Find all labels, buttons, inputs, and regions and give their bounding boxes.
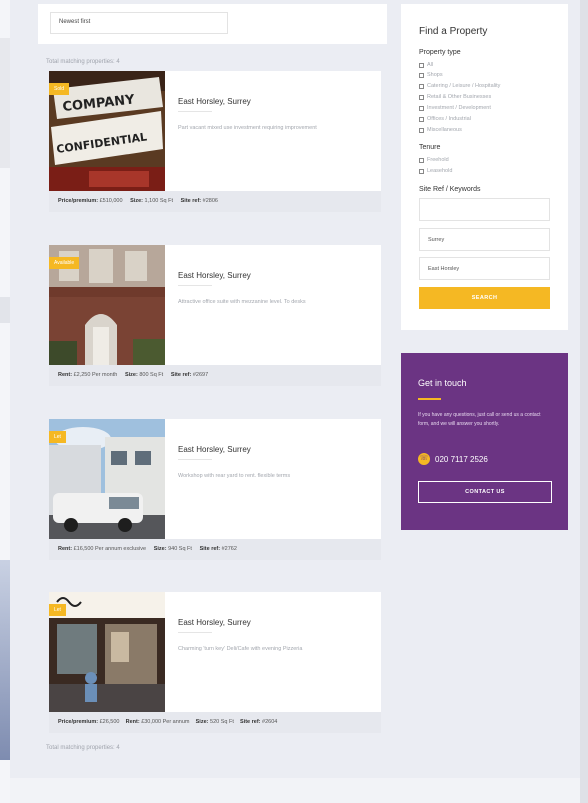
property-photo[interactable]: Let <box>49 592 165 712</box>
filter-freehold[interactable]: Freehold <box>419 157 449 163</box>
property-location[interactable]: East Horsley, Surrey <box>178 97 251 106</box>
filter-catering[interactable]: Catering / Leisure / Hospitality <box>419 83 500 89</box>
sort-bar: Newest first <box>38 4 387 44</box>
property-meta: Price/premium: £510,000 Size: 1,100 Sq F… <box>49 191 381 212</box>
tenure-heading: Tenure <box>419 144 441 151</box>
property-meta: Price/premium: £26,500 Rent: £30,000 Per… <box>49 712 381 733</box>
filter-retail[interactable]: Retail & Other Businesses <box>419 94 491 100</box>
property-card[interactable]: Let East Horsley, Surrey Workshop with r… <box>49 419 381 560</box>
status-badge: Available <box>49 257 80 269</box>
filter-leasehold[interactable]: Leasehold <box>419 168 452 174</box>
phone-icon: ☏ <box>418 453 430 465</box>
filter-investment[interactable]: Investment / Development <box>419 105 491 111</box>
panel-title: Find a Property <box>419 26 488 37</box>
checkbox[interactable] <box>419 62 424 68</box>
keywords-heading: Site Ref / Keywords <box>419 186 481 193</box>
phone-number[interactable]: 020 7117 2526 <box>435 455 488 464</box>
property-description: Workshop with rear yard to rent. flexibl… <box>178 473 291 479</box>
scrollbar[interactable] <box>580 0 588 803</box>
property-meta: Rent: £16,500 Per annum exclusive Size: … <box>49 539 381 560</box>
filter-offices[interactable]: Offices / Industrial <box>419 116 471 122</box>
left-page-edge <box>0 0 10 803</box>
checkbox[interactable] <box>419 83 424 89</box>
property-photo[interactable]: Let <box>49 419 165 539</box>
filter-all[interactable]: All <box>419 62 433 68</box>
sort-select[interactable]: Newest first <box>50 12 228 34</box>
status-badge: Sold <box>49 83 70 95</box>
checkbox[interactable] <box>419 168 424 174</box>
checkbox[interactable] <box>419 116 424 122</box>
property-location[interactable]: East Horsley, Surrey <box>178 618 251 627</box>
county-select[interactable]: Surrey <box>419 228 550 251</box>
contact-title: Get in touch <box>418 378 467 388</box>
background-image-edge <box>0 560 10 760</box>
property-meta: Rent: £2,250 Per month Size: 800 Sq Ft S… <box>49 365 381 386</box>
property-type-heading: Property type <box>419 49 461 56</box>
property-location[interactable]: East Horsley, Surrey <box>178 445 251 454</box>
town-select[interactable]: East Horsley <box>419 257 550 280</box>
contact-text: If you have any questions, just call or … <box>418 412 541 427</box>
property-description: Part vacant mixed use investment requiri… <box>178 125 317 131</box>
checkbox[interactable] <box>419 127 424 133</box>
property-photo[interactable]: COMPANY CONFIDENTIAL Sold <box>49 71 165 191</box>
search-button[interactable]: SEARCH <box>419 287 550 309</box>
contact-panel: Get in touch If you have any questions, … <box>401 353 568 530</box>
property-card[interactable]: Available East Horsley, Surrey Attractiv… <box>49 245 381 386</box>
property-card[interactable]: COMPANY CONFIDENTIAL Sold East Horsley, … <box>49 71 381 212</box>
result-count: Total matching properties: 4 <box>46 745 120 751</box>
property-card[interactable]: Let East Horsley, Surrey Charming 'turn … <box>49 592 381 733</box>
property-photo[interactable]: Available <box>49 245 165 365</box>
find-property-panel: Find a Property Property type All Shops … <box>401 4 568 330</box>
keywords-input[interactable] <box>419 198 550 221</box>
result-count: Total matching properties: 4 <box>46 59 120 65</box>
property-location[interactable]: East Horsley, Surrey <box>178 271 251 280</box>
filter-shops[interactable]: Shops <box>419 72 443 78</box>
contact-us-button[interactable]: CONTACT US <box>418 481 552 503</box>
status-badge: Let <box>49 604 66 616</box>
filter-misc[interactable]: Miscellaneous <box>419 127 462 133</box>
property-description: Charming 'turn key' Deli/Cafe with eveni… <box>178 646 303 652</box>
checkbox[interactable] <box>419 94 424 100</box>
checkbox[interactable] <box>419 157 424 163</box>
checkbox[interactable] <box>419 72 424 78</box>
status-badge: Let <box>49 431 66 443</box>
checkbox[interactable] <box>419 105 424 111</box>
property-description: Attractive office suite with mezzanine l… <box>178 299 306 305</box>
